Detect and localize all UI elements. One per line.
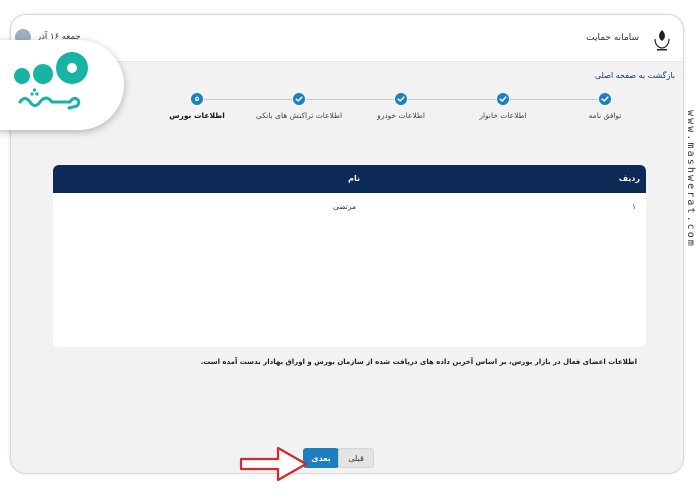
back-to-home-link[interactable]: بازگشت به صفحه اصلی [595,71,675,80]
checkmark-icon [293,93,305,105]
step-1: توافق نامه [555,93,655,120]
watermark-text: www.mashwerat.com [685,110,696,249]
government-emblem-icon [654,30,670,51]
brand-logo [14,52,88,110]
brand-badge [0,40,124,130]
name-cell: مرتضی [333,202,356,211]
step-number-badge: ۵ [191,93,203,105]
step-5: ۵ اطلاعات بورس [147,93,247,120]
step-label: اطلاعات خانوار [479,111,527,120]
table-header: ردیف نام [53,165,646,193]
column-header-name: نام [348,174,360,183]
step-3: اطلاعات خودرو [351,93,451,120]
members-table: ردیف نام ۱ مرتضی [53,165,646,347]
checkmark-icon [497,93,509,105]
previous-button[interactable]: قبلی [338,448,374,468]
table-row: ۱ مرتضی [53,193,646,217]
column-header-row-number: ردیف [618,174,640,183]
step-label: اطلاعات بورس [169,111,225,120]
info-note: اطلاعات اعضای فعال در بازار بورس، بر اسا… [200,358,637,366]
step-label: توافق نامه [588,111,622,120]
step-2: اطلاعات خانوار [453,93,553,120]
step-4: اطلاعات تراکنش های بانکی [249,93,349,120]
checkmark-icon [395,93,407,105]
row-number-cell: ۱ [631,202,636,211]
pointer-arrow-icon [239,446,308,482]
step-label: اطلاعات تراکنش های بانکی [255,111,343,120]
step-label: اطلاعات خودرو [377,111,425,120]
app-title: سامانه حمایت [586,33,639,43]
checkmark-icon [599,93,611,105]
site-watermark: www.mashwerat.com [672,110,700,310]
